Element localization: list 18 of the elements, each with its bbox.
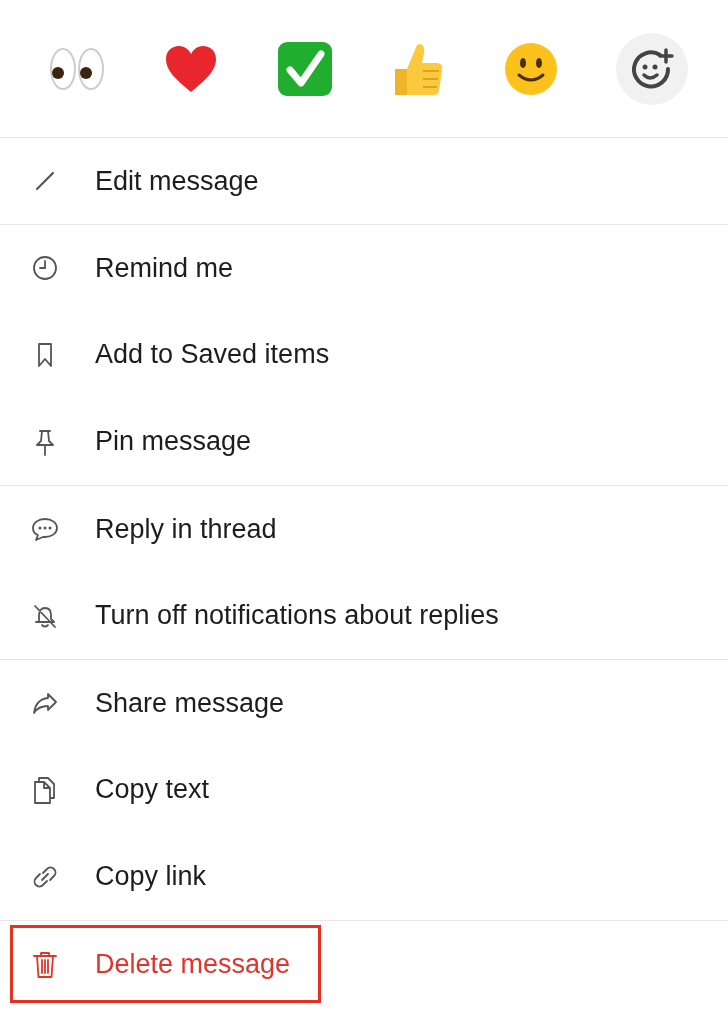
smiley-plus-icon: [629, 46, 674, 91]
trash-icon: [31, 950, 59, 978]
menu-item[interactable]: Add to Saved items: [95, 339, 330, 370]
smiley-icon[interactable]: [503, 41, 558, 96]
menu-item[interactable]: Reply in thread: [95, 513, 277, 545]
bubble-icon: [31, 515, 59, 543]
clock-icon: [31, 254, 59, 282]
eyes-icon[interactable]: [48, 45, 106, 92]
check-icon[interactable]: [276, 40, 333, 97]
menu-item[interactable]: Copy link: [95, 861, 207, 892]
menu-item[interactable]: Pin message: [95, 426, 252, 457]
menu-item[interactable]: Edit message: [95, 165, 259, 197]
menu-item[interactable]: Delete message: [95, 948, 291, 980]
menu-item[interactable]: Turn off notifications about replies: [95, 600, 499, 631]
heart-icon[interactable]: [164, 43, 219, 94]
menu-item[interactable]: Copy text: [95, 774, 210, 805]
menu-item[interactable]: Remind me: [95, 252, 234, 284]
menu-item[interactable]: Share message: [95, 687, 285, 719]
